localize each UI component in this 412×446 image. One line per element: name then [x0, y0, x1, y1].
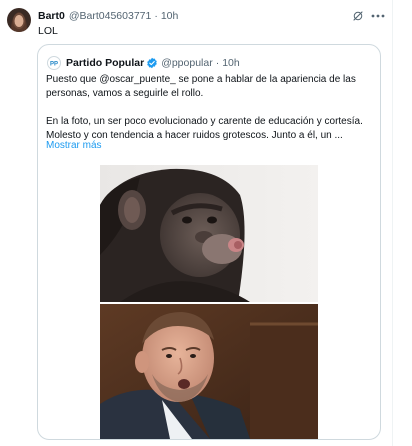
- quote-author-name[interactable]: Partido Popular: [66, 57, 144, 69]
- tweet-timestamp[interactable]: 10h: [161, 10, 179, 22]
- show-more-link[interactable]: Mostrar más: [46, 140, 102, 151]
- media-image-chimpanzee[interactable]: [100, 165, 318, 302]
- quote-header: PP Partido Popular @ppopular · 10h: [47, 55, 240, 71]
- more-horizontal-icon: [371, 14, 385, 18]
- pp-logo-icon: PP: [50, 62, 58, 68]
- grok-icon: [353, 11, 363, 21]
- media-image-politician[interactable]: [100, 304, 318, 439]
- quote-avatar[interactable]: PP: [47, 56, 61, 70]
- quote-text-line: Puesto que @oscar_puente_ se pone a habl…: [46, 74, 356, 85]
- quote-timestamp[interactable]: 10h: [222, 57, 240, 69]
- author-handle[interactable]: @Bart045603771: [69, 10, 151, 22]
- quoted-tweet[interactable]: PP Partido Popular @ppopular · 10h Puest…: [37, 44, 381, 440]
- verified-badge-icon: [146, 57, 158, 69]
- author-name[interactable]: Bart0: [38, 10, 65, 22]
- quote-text: Puesto que @oscar_puente_ se pone a habl…: [46, 73, 378, 143]
- tweet-header: Bart0 @Bart045603771 · 10h: [38, 8, 178, 24]
- quote-text-line: En la foto, un ser poco evolucionado y c…: [46, 116, 363, 127]
- quote-text-line: personas, vamos a seguirle el rollo.: [46, 88, 204, 99]
- more-button[interactable]: [370, 8, 386, 24]
- grok-button[interactable]: [350, 8, 366, 24]
- media-grid: [100, 165, 318, 439]
- avatar[interactable]: [7, 8, 31, 32]
- tweet-text: LOL: [38, 25, 58, 37]
- svg-text:PP: PP: [50, 62, 58, 68]
- quote-author-handle[interactable]: @ppopular: [161, 57, 213, 69]
- separator-dot: ·: [215, 57, 220, 69]
- separator-dot: ·: [154, 10, 158, 22]
